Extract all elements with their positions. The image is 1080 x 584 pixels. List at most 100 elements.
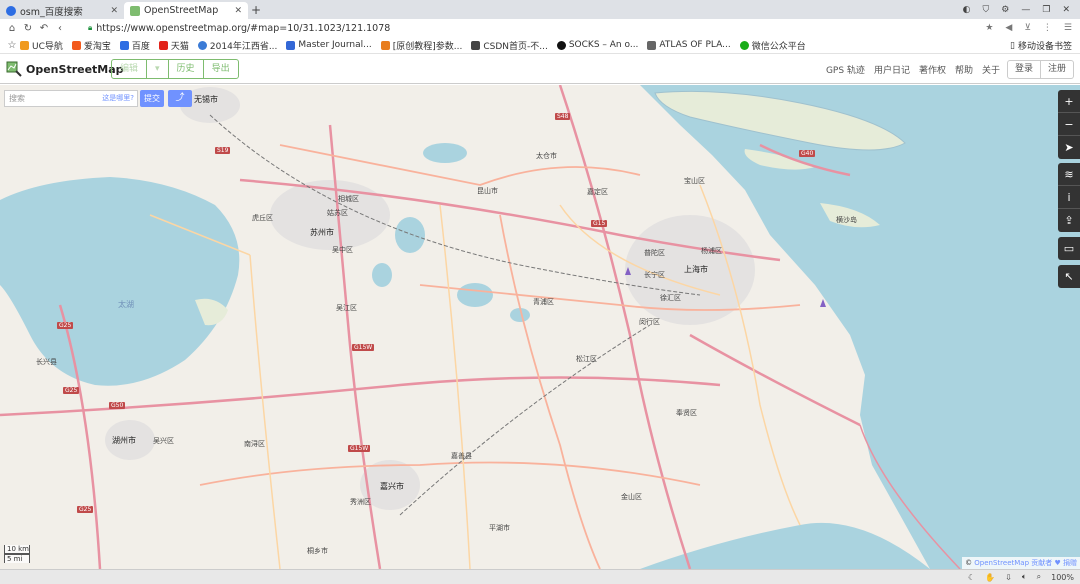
- home-icon[interactable]: ⌂: [4, 23, 20, 34]
- road-shield: G40: [799, 150, 816, 157]
- zoom-out-icon[interactable]: −: [1058, 113, 1080, 136]
- volume-icon[interactable]: 🔈︎: [1022, 572, 1027, 582]
- bookmark-star-icon[interactable]: ☆: [4, 40, 20, 51]
- hand-icon[interactable]: ✋: [985, 573, 995, 582]
- bookmark-item[interactable]: 2014年江西省...: [197, 39, 277, 52]
- bookmark-item[interactable]: [原创教程]参数...: [380, 39, 462, 52]
- osm-logo[interactable]: OpenStreetMap: [6, 61, 124, 77]
- map-label-changning: 长宁区: [644, 271, 665, 279]
- close-tab-icon[interactable]: ✕: [110, 6, 118, 16]
- directions-button[interactable]: ⤴: [168, 90, 192, 107]
- bookmark-favicon-icon: [158, 40, 168, 50]
- search-submit-button[interactable]: 提交: [140, 90, 164, 107]
- map-label-fengxian: 奉贤区: [676, 409, 697, 417]
- zoom-controls: + − ➤: [1058, 90, 1080, 159]
- tab-title: osm_百度搜索: [20, 6, 83, 18]
- bookmark-label: UC导航: [32, 41, 63, 52]
- maximize-icon[interactable]: ❐: [1042, 5, 1050, 15]
- bookmark-favicon-icon: [20, 40, 29, 50]
- map-label-xiuzhou: 秀洲区: [350, 498, 371, 506]
- bookmark-item[interactable]: 微信公众平台: [739, 39, 806, 52]
- about-link[interactable]: 关于: [982, 63, 1000, 76]
- window-controls: ◐ ⛉ ⚙ — ❐ ✕: [963, 0, 1080, 19]
- directions-icon: ⤴: [175, 93, 185, 103]
- road-shield: G25: [63, 387, 80, 394]
- layers-icon[interactable]: ≋: [1058, 163, 1080, 186]
- minimize-icon[interactable]: —: [1021, 5, 1030, 15]
- star-icon[interactable]: ★: [985, 23, 993, 33]
- copyright-link[interactable]: 著作权: [919, 63, 946, 76]
- query-features-icon[interactable]: ↖: [1058, 265, 1080, 288]
- bookmark-item[interactable]: 爱淘宝: [71, 39, 111, 52]
- mobile-bookmarks-label: 移动设备书签: [1017, 42, 1072, 52]
- mobile-bookmarks[interactable]: ▯ 移动设备书签: [1010, 37, 1072, 54]
- bookmark-favicon-icon: [197, 40, 207, 50]
- signup-button[interactable]: 注册: [1040, 60, 1074, 79]
- bookmark-item[interactable]: ATLAS OF PLA...: [647, 40, 731, 50]
- download-icon[interactable]: ⇩: [1005, 573, 1012, 582]
- edit-button[interactable]: 编辑: [112, 60, 148, 78]
- locate-icon[interactable]: ➤: [1058, 136, 1080, 159]
- bookmark-item[interactable]: CSDN首页-不...: [471, 39, 548, 52]
- bookmark-item[interactable]: 天猫: [158, 39, 189, 52]
- menu-icon[interactable]: ☰: [1064, 23, 1072, 33]
- bookmark-label: 微信公众平台: [751, 41, 806, 52]
- help-link[interactable]: 帮助: [955, 63, 973, 76]
- attribution-link[interactable]: OpenStreetMap 贡献者: [974, 559, 1052, 567]
- bookmark-favicon-icon: [471, 40, 481, 50]
- url-field[interactable]: 🔒︎ https://www.openstreetmap.org/#map=10…: [88, 23, 390, 34]
- url-text: https://www.openstreetmap.org/#map=10/31…: [96, 22, 391, 34]
- user-diaries-link[interactable]: 用户日记: [874, 63, 910, 76]
- cart-icon[interactable]: ⊻: [1024, 23, 1031, 33]
- road-shield: S19: [215, 147, 231, 154]
- map-label-huqiu: 虎丘区: [252, 214, 273, 222]
- map-label-xuhui: 徐汇区: [660, 294, 681, 302]
- close-tab-icon[interactable]: ✕: [234, 6, 242, 16]
- where-am-i-link[interactable]: 这是哪里?: [102, 91, 134, 106]
- road-shield: G15W: [352, 344, 375, 351]
- road-shield: G25: [77, 506, 94, 513]
- map-label-gusu: 姑苏区: [327, 209, 348, 217]
- browser-tab-bar: osm_百度搜索 ✕ OpenStreetMap ✕ + ◐ ⛉ ⚙ — ❐ ✕: [0, 0, 1080, 19]
- map-label-taihu: 太湖: [118, 300, 134, 309]
- info-icon[interactable]: i: [1058, 186, 1080, 209]
- mobile-icon: ▯: [1010, 40, 1015, 51]
- export-button[interactable]: 导出: [204, 60, 238, 78]
- share-icon[interactable]: ⇪: [1058, 209, 1080, 232]
- address-bar-actions: ★ ◀ ⊻ ⋮ ☰: [985, 19, 1072, 37]
- back-icon[interactable]: ‹: [52, 23, 68, 34]
- brand-name: OpenStreetMap: [26, 62, 124, 76]
- bookmark-item[interactable]: UC导航: [20, 39, 63, 52]
- edit-dropdown-icon[interactable]: ▾: [147, 60, 169, 78]
- zoom-in-icon[interactable]: +: [1058, 90, 1080, 113]
- shield-ext-icon[interactable]: ⛉: [983, 5, 990, 15]
- bookmark-item[interactable]: 百度: [119, 39, 150, 52]
- zoom-level[interactable]: 100%: [1051, 573, 1074, 582]
- add-note-icon[interactable]: ▭: [1058, 237, 1080, 260]
- bookmark-favicon-icon: [380, 40, 390, 50]
- undo-icon[interactable]: ↶: [36, 23, 52, 34]
- map-view[interactable]: 无锡市 苏州市 上海市 嘉兴市 湖州市 太仓市 昆山市 相城区 姑苏区 虎丘区 …: [0, 85, 1080, 569]
- extension-icon[interactable]: ◐: [963, 5, 971, 15]
- gps-traces-link[interactable]: GPS 轨迹: [826, 63, 865, 76]
- new-tab-button[interactable]: +: [248, 2, 264, 19]
- settings-icon[interactable]: ⚙: [1001, 5, 1009, 15]
- map-label-wuxing: 吴兴区: [153, 437, 174, 445]
- more-icon[interactable]: ⋮: [1043, 23, 1052, 33]
- login-button[interactable]: 登录: [1006, 60, 1041, 79]
- donate-link[interactable]: ♥ 捐赠: [1052, 559, 1077, 567]
- close-window-icon[interactable]: ✕: [1062, 5, 1070, 15]
- moon-icon[interactable]: ☾: [968, 573, 975, 582]
- map-label-suzhou: 苏州市: [310, 228, 334, 237]
- bookmark-item[interactable]: SOCKS – An o...: [556, 40, 639, 50]
- tab-openstreetmap[interactable]: OpenStreetMap ✕: [124, 2, 248, 19]
- lock-icon: 🔒︎: [88, 23, 93, 32]
- bookmark-item[interactable]: Master Journal...: [286, 40, 372, 50]
- reload-icon[interactable]: ↻: [20, 23, 36, 34]
- history-button[interactable]: 历史: [169, 60, 204, 78]
- search-input[interactable]: 搜索 这是哪里?: [4, 90, 138, 107]
- bookmark-label: SOCKS – An o...: [568, 40, 639, 50]
- speaker-icon[interactable]: ◀: [1005, 23, 1012, 33]
- scale-bar: 10 km 5 mi: [4, 545, 30, 563]
- tab-osm-baidu-search[interactable]: osm_百度搜索 ✕: [0, 2, 124, 19]
